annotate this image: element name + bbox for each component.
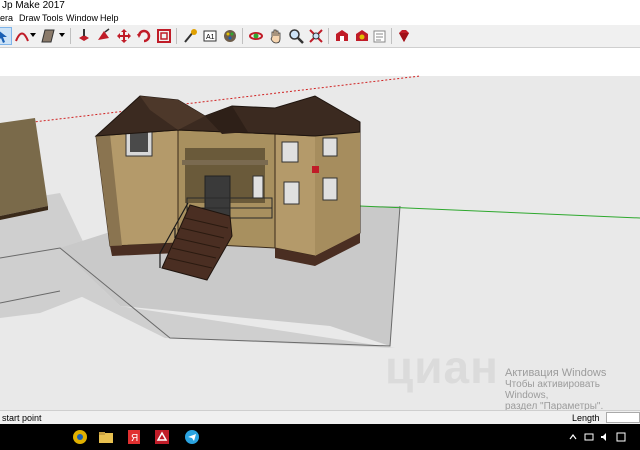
svg-text:A1: A1 (206, 34, 215, 41)
rotate-icon (137, 29, 151, 43)
pan-tool-button[interactable] (267, 27, 285, 45)
orbit-icon (249, 32, 263, 40)
ruby-icon (399, 30, 409, 42)
window-center (252, 175, 264, 199)
window-tower-1 (281, 141, 299, 163)
arc-icon (15, 32, 29, 42)
title-bar: Jp Make 2017 (0, 0, 640, 12)
move-tool-button[interactable] (115, 27, 133, 45)
zoom-extents-icon (309, 29, 323, 43)
menu-help[interactable]: Help (100, 12, 119, 25)
offset-icon (157, 29, 171, 43)
large-toolset: A1 (0, 25, 640, 48)
chrome-icon[interactable] (72, 429, 88, 445)
paint-bucket-button[interactable] (95, 27, 113, 45)
arrow-icon (0, 31, 7, 43)
paint-tool-button[interactable] (221, 27, 239, 45)
activation-title: Активация Windows (505, 367, 607, 379)
offset-tool-button[interactable] (155, 27, 173, 45)
shape-tool-button[interactable] (39, 27, 57, 45)
extension-warehouse-icon (356, 30, 368, 41)
zoom-extents-button[interactable] (307, 27, 325, 45)
layout-button[interactable] (371, 27, 389, 45)
move-icon (117, 29, 131, 43)
yandex-icon[interactable]: Я (126, 429, 142, 445)
shape-dropdown-icon[interactable] (59, 33, 65, 37)
svg-text:Я: Я (131, 433, 138, 444)
text-tool-button[interactable]: A1 (201, 27, 219, 45)
status-hint: start point (2, 413, 42, 423)
model-scene[interactable] (0, 48, 640, 410)
file-explorer-icon[interactable] (98, 429, 114, 445)
network-icon[interactable] (584, 432, 594, 442)
toolbar-separator (70, 28, 71, 44)
window-tower-3 (322, 137, 338, 157)
push-pull-tool-button[interactable] (75, 27, 93, 45)
tray-arrow-icon[interactable] (568, 432, 578, 442)
sketchup-icon[interactable] (154, 429, 170, 445)
toolbar-separator (242, 28, 243, 44)
hand-icon (270, 29, 281, 44)
text-icon: A1 (203, 30, 217, 42)
tape-measure-icon (184, 29, 197, 43)
ruby-console-button[interactable] (395, 27, 413, 45)
cian-watermark: циан (385, 340, 499, 394)
menu-bar: era Draw Tools Window Help (0, 12, 640, 25)
balcony-slab (182, 160, 268, 165)
warehouse-icon (336, 30, 348, 41)
measurements-label: Length (572, 413, 600, 423)
menu-window[interactable]: Window (66, 12, 98, 25)
arc-tool-button[interactable] (13, 27, 31, 45)
magnifier-icon (289, 29, 304, 44)
notifications-icon[interactable] (616, 432, 626, 442)
windows-activation-watermark: Активация Windows Чтобы активировать Win… (505, 367, 640, 413)
volume-icon[interactable] (600, 432, 610, 442)
palette-icon (224, 30, 236, 42)
push-pull-icon (79, 29, 89, 41)
select-tool-button[interactable] (0, 27, 12, 45)
house-sign (312, 166, 319, 173)
window-title: Jp Make 2017 (2, 0, 65, 11)
toolbar-separator (176, 28, 177, 44)
layout-icon (373, 30, 386, 43)
orbit-tool-button[interactable] (247, 27, 265, 45)
window-tower-2 (283, 181, 300, 205)
zoom-tool-button[interactable] (287, 27, 305, 45)
paint-bucket-icon (98, 28, 110, 40)
rotate-tool-button[interactable] (135, 27, 153, 45)
drawing-viewport[interactable] (0, 48, 640, 410)
3d-warehouse-button[interactable] (333, 27, 351, 45)
windows-taskbar: Я (0, 424, 640, 450)
measurements-input[interactable] (606, 412, 640, 423)
telegram-icon[interactable] (184, 429, 200, 445)
toolbar-separator (328, 28, 329, 44)
menu-camera[interactable]: era (0, 12, 13, 25)
extension-warehouse-button[interactable] (353, 27, 371, 45)
tape-measure-button[interactable] (181, 27, 199, 45)
activation-line-2: Чтобы активировать Windows, (505, 379, 600, 401)
menu-draw[interactable]: Draw (19, 12, 40, 25)
menu-tools[interactable]: Tools (42, 12, 63, 25)
toolbar-separator (391, 28, 392, 44)
cian-brand-text: циан (385, 341, 499, 393)
status-bar: start point Length (0, 410, 640, 425)
rectangle-icon (41, 29, 55, 43)
arc-dropdown-icon[interactable] (30, 33, 36, 37)
window-tower-4 (322, 177, 338, 201)
